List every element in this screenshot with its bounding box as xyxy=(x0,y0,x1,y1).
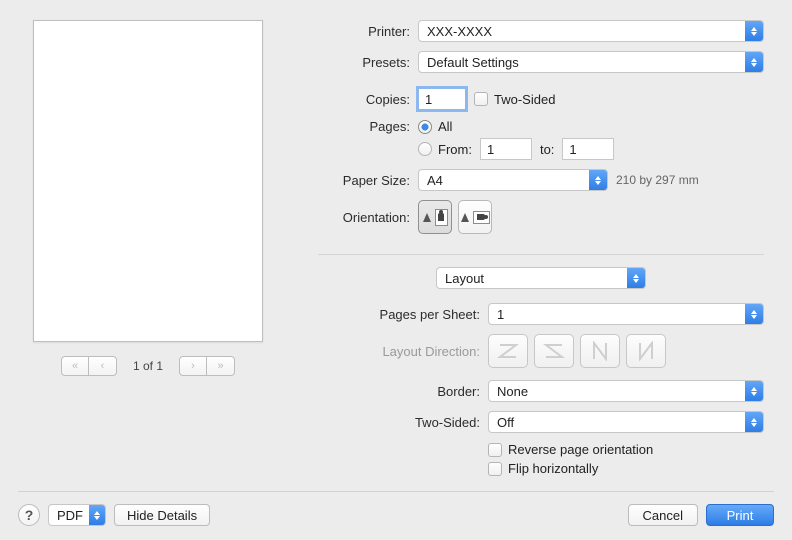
person-icon xyxy=(477,214,485,220)
pages-per-sheet-select[interactable]: 1 xyxy=(488,303,764,325)
pages-per-sheet-label: Pages per Sheet: xyxy=(318,307,488,322)
pager-next-button[interactable]: › xyxy=(179,356,207,376)
layout-direction-row: Layout Direction: xyxy=(318,334,764,368)
pager-label: 1 of 1 xyxy=(127,359,169,373)
pages-range-row: From: to: xyxy=(318,138,764,160)
flip-row: Flip horizontally xyxy=(318,461,764,476)
pages-per-sheet-row: Pages per Sheet: 1 xyxy=(318,303,764,325)
reverse-row: Reverse page orientation xyxy=(318,442,764,457)
portrait-icon xyxy=(435,209,448,226)
two-sided-checkbox[interactable] xyxy=(474,92,488,106)
paper-size-row: Paper Size: A4 210 by 297 mm xyxy=(318,169,764,191)
pages-from-input[interactable] xyxy=(480,138,532,160)
printer-select[interactable]: XXX-XXXX xyxy=(418,20,764,42)
orientation-label: Orientation: xyxy=(318,210,418,225)
section-row: Layout xyxy=(318,267,764,289)
pages-to-input[interactable] xyxy=(562,138,614,160)
pages-from-radio[interactable] xyxy=(418,142,432,156)
arrow-up-icon xyxy=(461,213,469,222)
content-area: « ‹ 1 of 1 › » Printer: XXX-XXXX xyxy=(18,20,774,491)
paper-size-hint: 210 by 297 mm xyxy=(616,173,699,187)
pages-to-label: to: xyxy=(540,142,554,157)
section-select[interactable]: Layout xyxy=(436,267,646,289)
printer-row: Printer: XXX-XXXX xyxy=(318,20,764,42)
pages-label: Pages: xyxy=(318,119,418,134)
pages-from-label: From: xyxy=(438,142,472,157)
z-path-icon xyxy=(497,341,519,361)
cancel-button[interactable]: Cancel xyxy=(628,504,698,526)
print-button[interactable]: Print xyxy=(706,504,774,526)
n-rev-path-icon xyxy=(635,341,657,361)
dropdown-arrow-icon xyxy=(745,21,763,41)
copies-label: Copies: xyxy=(318,92,418,107)
dropdown-arrow-icon xyxy=(589,170,607,190)
reverse-orientation-checkbox[interactable] xyxy=(488,443,502,457)
paper-size-label: Paper Size: xyxy=(318,173,418,188)
orientation-row: Orientation: xyxy=(318,200,764,234)
presets-value: Default Settings xyxy=(427,55,519,70)
orientation-portrait-button[interactable] xyxy=(418,200,452,234)
pages-all-radio[interactable] xyxy=(418,120,432,134)
footer: ? PDF Hide Details Cancel Print xyxy=(18,491,774,526)
pager-next-group: › » xyxy=(179,356,235,376)
dropdown-arrow-icon xyxy=(745,412,763,432)
separator xyxy=(318,254,764,255)
copies-row: Copies: Two-Sided xyxy=(318,88,764,110)
border-label: Border: xyxy=(318,384,488,399)
n-path-icon xyxy=(589,341,611,361)
pdf-label: PDF xyxy=(57,508,83,523)
layout-direction-3-button[interactable] xyxy=(580,334,620,368)
pager-prev-button[interactable]: ‹ xyxy=(89,356,117,376)
two-sided-checkbox-label: Two-Sided xyxy=(494,92,555,107)
orientation-landscape-button[interactable] xyxy=(458,200,492,234)
border-value: None xyxy=(497,384,528,399)
layout-direction-1-button[interactable] xyxy=(488,334,528,368)
hide-details-button[interactable]: Hide Details xyxy=(114,504,210,526)
pager: « ‹ 1 of 1 › » xyxy=(61,356,235,376)
two-sided-label: Two-Sided: xyxy=(318,415,488,430)
print-dialog: « ‹ 1 of 1 › » Printer: XXX-XXXX xyxy=(0,0,792,540)
two-sided-row: Two-Sided: Off xyxy=(318,411,764,433)
pager-prev-group: « ‹ xyxy=(61,356,117,376)
layout-direction-2-button[interactable] xyxy=(534,334,574,368)
border-select[interactable]: None xyxy=(488,380,764,402)
landscape-icon xyxy=(473,211,490,224)
pages-per-sheet-value: 1 xyxy=(497,307,504,322)
presets-row: Presets: Default Settings xyxy=(318,51,764,73)
dropdown-arrow-icon xyxy=(89,505,105,525)
preview-column: « ‹ 1 of 1 › » xyxy=(18,20,278,491)
pdf-menu-button[interactable]: PDF xyxy=(48,504,106,526)
flip-horizontally-checkbox[interactable] xyxy=(488,462,502,476)
help-button[interactable]: ? xyxy=(18,504,40,526)
pager-first-button[interactable]: « xyxy=(61,356,89,376)
s-path-icon xyxy=(543,341,565,361)
reverse-orientation-label: Reverse page orientation xyxy=(508,442,653,457)
printer-value: XXX-XXXX xyxy=(427,24,492,39)
arrow-up-icon xyxy=(423,213,431,222)
printer-label: Printer: xyxy=(318,24,418,39)
layout-direction-4-button[interactable] xyxy=(626,334,666,368)
presets-select[interactable]: Default Settings xyxy=(418,51,764,73)
paper-size-select[interactable]: A4 xyxy=(418,169,608,191)
dropdown-arrow-icon xyxy=(745,52,763,72)
layout-direction-label: Layout Direction: xyxy=(318,344,488,359)
border-row: Border: None xyxy=(318,380,764,402)
pages-all-label: All xyxy=(438,119,452,134)
two-sided-select[interactable]: Off xyxy=(488,411,764,433)
person-icon xyxy=(438,213,444,221)
form-column: Printer: XXX-XXXX Presets: Default Setti… xyxy=(318,20,774,491)
paper-size-value: A4 xyxy=(427,173,443,188)
pager-last-button[interactable]: » xyxy=(207,356,235,376)
dropdown-arrow-icon xyxy=(627,268,645,288)
flip-horizontally-label: Flip horizontally xyxy=(508,461,598,476)
dropdown-arrow-icon xyxy=(745,304,763,324)
dropdown-arrow-icon xyxy=(745,381,763,401)
page-preview xyxy=(33,20,263,342)
section-value: Layout xyxy=(445,271,484,286)
two-sided-value: Off xyxy=(497,415,514,430)
pages-row: Pages: All xyxy=(318,119,764,134)
presets-label: Presets: xyxy=(318,55,418,70)
copies-input[interactable] xyxy=(418,88,466,110)
